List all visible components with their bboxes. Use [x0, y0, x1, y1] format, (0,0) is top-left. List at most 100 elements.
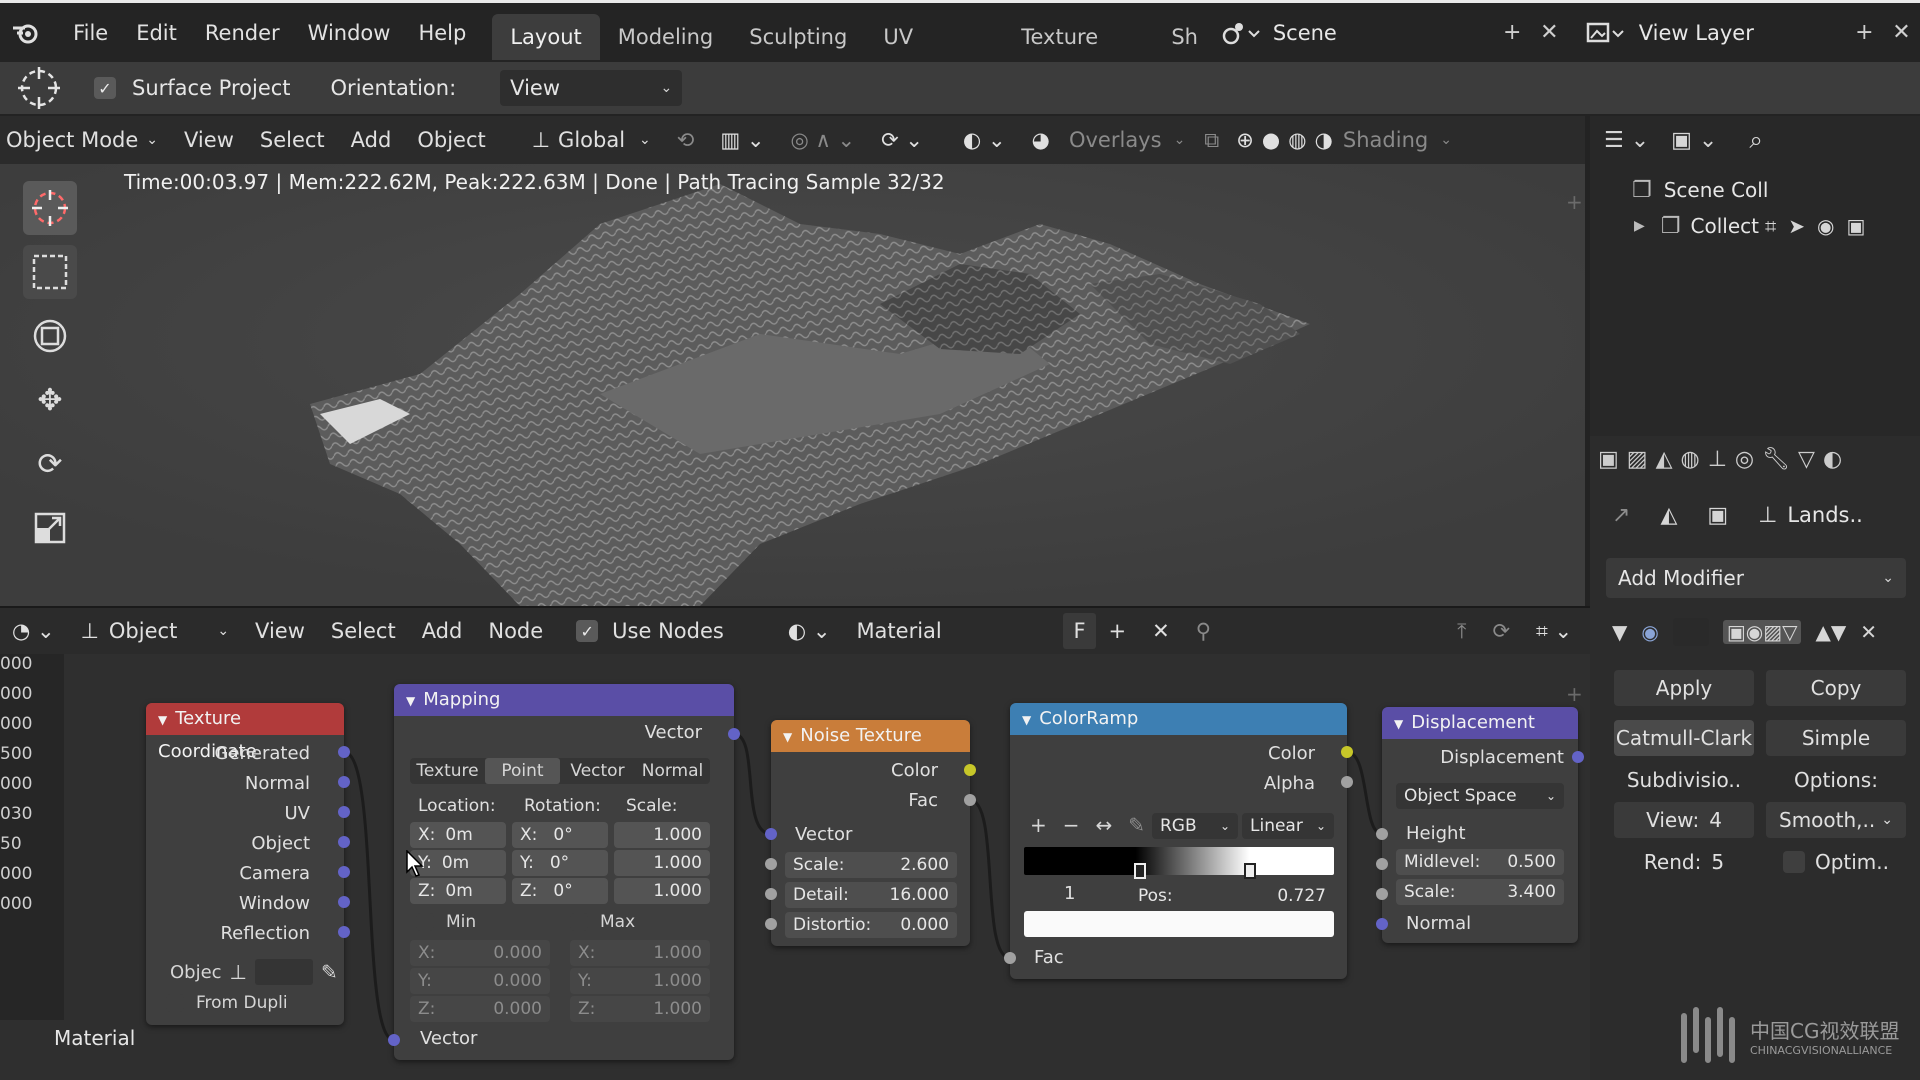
scale-y-field[interactable]: 1.000 — [614, 850, 710, 876]
optimal-display-option[interactable]: Optim.. — [1766, 844, 1906, 880]
new-view-layer-icon[interactable]: + — [1846, 14, 1883, 52]
rotation-z-field[interactable]: Z: 0° — [512, 878, 608, 904]
max-z-field[interactable]: Z: 1.000 — [570, 996, 710, 1022]
view-levels-field[interactable]: View: 4 — [1614, 802, 1754, 838]
socket-reflection[interactable] — [338, 926, 350, 938]
max-y-field[interactable]: Y: 1.000 — [570, 968, 710, 994]
color-mode-dropdown[interactable]: RGB ⌄ — [1152, 813, 1238, 839]
apply-button[interactable]: Apply — [1614, 670, 1754, 706]
exclude-checkbox-icon[interactable]: ⌗ — [1765, 214, 1776, 238]
color-stop-white[interactable] — [1244, 863, 1256, 879]
socket-noise-fac-out[interactable] — [964, 794, 976, 806]
socket-normal[interactable] — [338, 776, 350, 788]
collapse-arrow-icon[interactable]: ▼ — [1612, 620, 1627, 644]
tab-object-icon[interactable]: ⊥ — [1708, 447, 1727, 472]
socket-noise-color-out[interactable] — [964, 764, 976, 776]
collapse-arrow-icon[interactable]: ▼ — [406, 694, 415, 708]
tab-point[interactable]: Point — [485, 758, 560, 784]
node-header[interactable]: ▼ Texture Coordinate — [146, 703, 344, 762]
socket-scale-in[interactable] — [1376, 888, 1388, 900]
color-gradient-ramp[interactable] — [1024, 847, 1334, 875]
socket-colorramp-fac-in[interactable] — [1004, 952, 1016, 964]
min-y-field[interactable]: Y: 0.000 — [410, 968, 550, 994]
socket-noise-vector-in[interactable] — [765, 828, 777, 840]
max-x-field[interactable]: X: 1.000 — [570, 940, 710, 966]
delete-view-layer-icon[interactable]: ✕ — [1883, 14, 1920, 52]
node-mapping[interactable]: ▼ Mapping Vector Texture Point Vector Nor… — [394, 684, 734, 1060]
socket-object[interactable] — [338, 836, 350, 848]
tab-world-icon[interactable]: ◍ — [1681, 447, 1700, 472]
eyedropper-icon[interactable]: ✎ — [321, 960, 338, 984]
tab-vector[interactable]: Vector — [560, 761, 635, 781]
collapse-arrow-icon[interactable]: ▼ — [158, 713, 167, 727]
show-render-icon[interactable]: ▣◉▨▽ — [1722, 620, 1802, 644]
socket-window[interactable] — [338, 896, 350, 908]
node-header[interactable]: ▼ Mapping — [394, 684, 734, 716]
from-dupli-checkbox[interactable] — [166, 994, 184, 1012]
outliner-row-collection[interactable]: ▶ ❐ Collect ⌗ ➤ ◉ ▣ — [1634, 206, 1920, 246]
scale-field[interactable]: Scale: 2.600 — [785, 852, 957, 878]
remove-modifier-icon[interactable]: ✕ — [1860, 620, 1877, 644]
socket-normal-in[interactable] — [1376, 918, 1388, 930]
displacement-scale-field[interactable]: Scale: 3.400 — [1396, 879, 1564, 905]
display-mode-icon[interactable]: ☰ ⌄ — [1604, 128, 1649, 153]
remove-stop-icon[interactable]: − — [1063, 813, 1080, 837]
search-icon[interactable]: ⌕ — [1749, 126, 1762, 154]
copy-button[interactable]: Copy — [1766, 670, 1906, 706]
collapse-arrow-icon[interactable]: ▼ — [1022, 713, 1031, 727]
filter-icon[interactable]: ▣ ⌄ — [1671, 128, 1717, 153]
scale-x-field[interactable]: 1.000 — [614, 822, 710, 848]
node-colorramp[interactable]: ▼ ColorRamp Color Alpha + − ↔ ✎ RGB ⌄ Line… — [1010, 703, 1347, 979]
move-up-down-icon[interactable]: ▲▼ — [1815, 620, 1846, 644]
min-checkbox[interactable] — [416, 913, 434, 931]
interpolation-dropdown[interactable]: Linear ⌄ — [1242, 813, 1334, 839]
midlevel-field[interactable]: Midlevel: 0.500 — [1396, 849, 1564, 875]
stop-index-field[interactable]: 1 — [1064, 883, 1075, 904]
tab-particles-icon[interactable]: ▽ — [1798, 447, 1815, 472]
max-checkbox[interactable] — [570, 913, 588, 931]
eyedropper-icon[interactable]: ✎ — [1128, 813, 1145, 837]
render-levels-field[interactable]: Rend: 5 — [1614, 844, 1754, 880]
min-option[interactable]: Min — [416, 912, 476, 932]
socket-height-in[interactable] — [1376, 828, 1388, 840]
node-header[interactable]: ▼ Displacement — [1382, 707, 1578, 739]
socket-noise-scale-in[interactable] — [765, 858, 777, 870]
node-displacement[interactable]: ▼ Displacement Displacement Object Space ⌄… — [1382, 707, 1578, 943]
socket-colorramp-alpha-out[interactable] — [1341, 776, 1353, 788]
from-dupli-option[interactable]: From Dupli — [166, 993, 288, 1013]
object-field[interactable]: Objec ⊥ ✎ — [170, 959, 338, 985]
stop-color-swatch[interactable] — [1024, 911, 1334, 937]
rotation-x-field[interactable]: X: 0° — [512, 822, 608, 848]
tab-material-icon[interactable]: ◐ — [1823, 447, 1842, 472]
space-dropdown[interactable]: Object Space ⌄ — [1396, 783, 1564, 809]
tab-output-icon[interactable]: ▨ — [1627, 447, 1648, 472]
outliner-row-scene-collection[interactable]: ❐ Scene Coll — [1632, 174, 1920, 206]
socket-noise-detail-in[interactable] — [765, 888, 777, 900]
max-option[interactable]: Max — [570, 912, 635, 932]
min-z-field[interactable]: Z: 0.000 — [410, 996, 550, 1022]
socket-noise-distortion-in[interactable] — [765, 918, 777, 930]
camera-icon[interactable]: ▣ — [1846, 214, 1865, 238]
add-stop-icon[interactable]: + — [1030, 813, 1047, 837]
modifier-name-field[interactable] — [1672, 618, 1709, 646]
view-layer-name[interactable]: View Layer — [1639, 21, 1846, 45]
detail-field[interactable]: Detail: 16.000 — [785, 882, 957, 908]
min-x-field[interactable]: X: 0.000 — [410, 940, 550, 966]
scale-z-field[interactable]: 1.000 — [614, 878, 710, 904]
collapse-arrow-icon[interactable]: ▼ — [1394, 717, 1403, 731]
catmull-clark-button[interactable]: Catmull-Clark — [1614, 720, 1754, 756]
tab-render-icon[interactable]: ▣ — [1598, 447, 1619, 472]
distortion-field[interactable]: Distortio: 0.000 — [785, 912, 957, 938]
rotation-y-field[interactable]: Y: 0° — [512, 850, 608, 876]
location-y-field[interactable]: Y: 0m — [410, 850, 506, 876]
tab-modifier-wrench-icon[interactable]: 🔧︎ — [1762, 447, 1790, 472]
simple-button[interactable]: Simple — [1766, 720, 1906, 756]
socket-generated[interactable] — [338, 746, 350, 758]
flip-ramp-icon[interactable]: ↔ — [1096, 813, 1113, 837]
optimal-display-checkbox[interactable] — [1782, 851, 1805, 873]
socket-uv[interactable] — [338, 806, 350, 818]
tab-scene-icon[interactable]: ◭ — [1656, 447, 1673, 472]
selectable-cursor-icon[interactable]: ➤ — [1788, 214, 1805, 238]
tab-normal[interactable]: Normal — [635, 761, 710, 781]
stop-position-field[interactable]: Pos: 0.727 — [1130, 883, 1334, 909]
